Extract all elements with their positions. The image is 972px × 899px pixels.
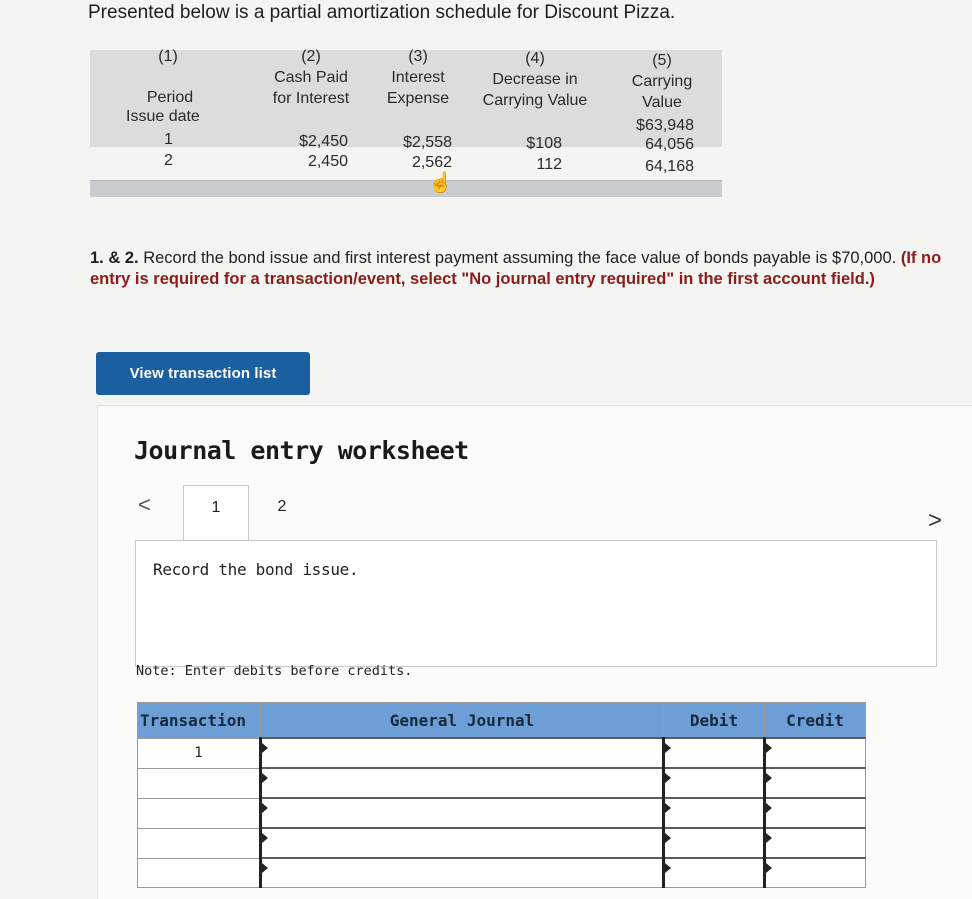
view-transaction-list-button[interactable]: View transaction list xyxy=(96,352,310,395)
col2-header: (2) Cash Paid for Interest xyxy=(272,48,350,107)
credit-input[interactable] xyxy=(763,767,866,799)
table-row xyxy=(137,797,866,829)
account-select[interactable] xyxy=(259,857,664,888)
table-row xyxy=(137,827,866,859)
header-general-journal: General Journal xyxy=(260,702,664,739)
row2-cash: 2,450 xyxy=(307,153,348,170)
row2-period: 2 xyxy=(164,152,173,169)
dropdown-marker-icon xyxy=(665,863,671,873)
dropdown-marker-icon xyxy=(262,863,268,873)
row1-cash: $2,450 xyxy=(299,133,348,150)
col4-header: (4) Decrease in Carrying Value xyxy=(482,50,588,109)
debit-input[interactable] xyxy=(662,797,765,829)
col3-header: (3) Interest Expense xyxy=(386,48,450,107)
dropdown-marker-icon xyxy=(665,743,671,753)
amortization-schedule: (1) Period (2) Cash Paid for Interest (3… xyxy=(90,40,722,198)
dropdown-marker-icon xyxy=(262,803,268,813)
transaction-cell: 1 xyxy=(137,737,261,769)
question-text: 1. & 2. Record the bond issue and first … xyxy=(90,249,942,288)
row2-decrease: 112 xyxy=(536,156,562,173)
col5-header: (5) Carrying Value xyxy=(631,52,693,111)
dropdown-marker-icon xyxy=(262,743,268,753)
col1-label: Period xyxy=(146,89,194,106)
dropdown-marker-icon xyxy=(665,803,671,813)
table-row xyxy=(137,857,866,888)
dropdown-marker-icon xyxy=(262,773,268,783)
dropdown-marker-icon xyxy=(766,803,772,813)
transaction-cell xyxy=(137,827,261,859)
worksheet-title: Journal entry worksheet xyxy=(134,436,469,465)
note-text: Note: Enter debits before credits. xyxy=(136,663,413,679)
next-arrow-icon[interactable]: > xyxy=(928,507,942,535)
table-row: 1 xyxy=(137,737,866,769)
table-row xyxy=(137,767,866,799)
journal-table: Transaction General Journal Debit Credit… xyxy=(137,702,866,888)
credit-input[interactable] xyxy=(763,797,866,829)
col1-number: (1) xyxy=(158,48,178,65)
dropdown-marker-icon xyxy=(766,833,772,843)
schedule-scrollbar[interactable] xyxy=(90,180,722,197)
debit-input[interactable] xyxy=(662,767,765,799)
row1-decrease: $108 xyxy=(526,135,562,152)
row-issue-period: Issue date xyxy=(126,108,200,125)
intro-text: Presented below is a partial amortizatio… xyxy=(88,2,676,23)
entry-instruction-text: Record the bond issue. xyxy=(153,560,359,579)
tab-1[interactable]: 1 xyxy=(183,485,249,541)
dropdown-marker-icon xyxy=(766,743,772,753)
debit-input[interactable] xyxy=(662,737,765,769)
transaction-cell xyxy=(137,797,261,829)
dropdown-marker-icon xyxy=(665,773,671,783)
credit-input[interactable] xyxy=(763,857,866,888)
dropdown-marker-icon xyxy=(262,833,268,843)
dropdown-marker-icon xyxy=(766,773,772,783)
debit-input[interactable] xyxy=(662,827,765,859)
hand-cursor-icon: ☝ xyxy=(428,172,453,194)
account-select[interactable] xyxy=(259,737,664,769)
row1-interest: $2,558 xyxy=(403,134,452,151)
tab-2[interactable]: 2 xyxy=(262,485,302,529)
header-transaction: Transaction xyxy=(137,702,261,739)
account-select[interactable] xyxy=(259,827,664,859)
header-credit: Credit xyxy=(764,702,866,739)
transaction-cell xyxy=(137,767,261,799)
prev-arrow-icon[interactable]: < xyxy=(138,492,151,518)
account-select[interactable] xyxy=(259,797,664,829)
debit-input[interactable] xyxy=(662,857,765,888)
dropdown-marker-icon xyxy=(766,863,772,873)
credit-input[interactable] xyxy=(763,737,866,769)
dropdown-marker-icon xyxy=(665,833,671,843)
row1-period: 1 xyxy=(164,131,173,148)
account-select[interactable] xyxy=(259,767,664,799)
credit-input[interactable] xyxy=(763,827,866,859)
row2-carrying: 64,168 xyxy=(645,158,694,175)
row1-carrying: 64,056 xyxy=(645,136,694,153)
transaction-cell xyxy=(137,857,261,888)
row-issue-carrying: $63,948 xyxy=(636,117,694,134)
header-debit: Debit xyxy=(663,702,765,739)
